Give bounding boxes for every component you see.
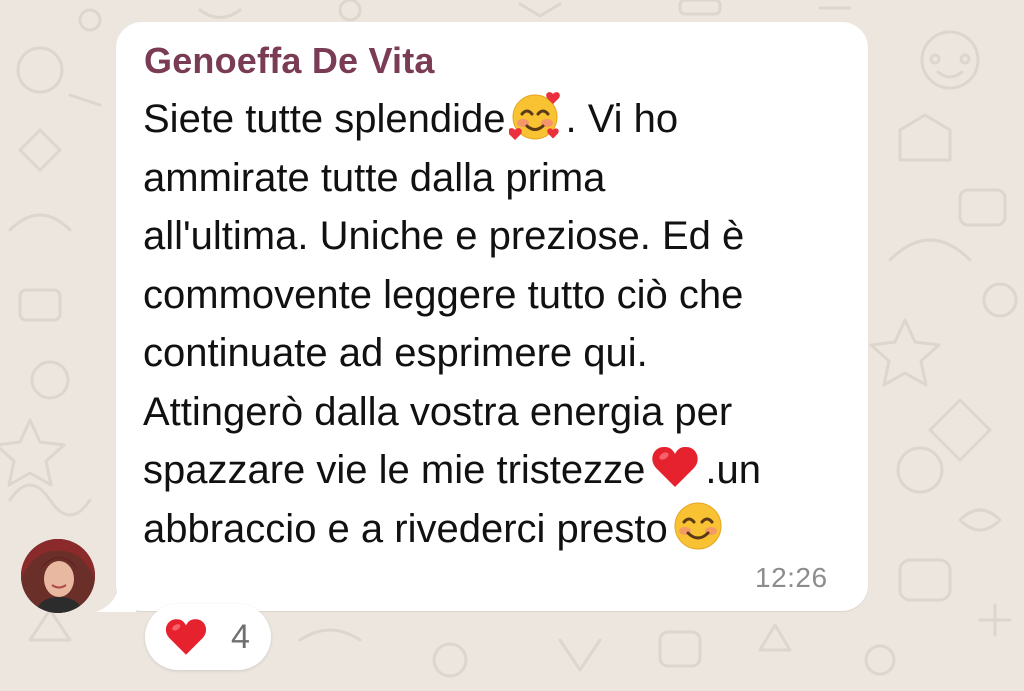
smiling-face-with-hearts-icon [509, 90, 561, 142]
sender-avatar[interactable] [21, 539, 95, 613]
message-timestamp: 12:26 [755, 562, 828, 593]
bubble-tail [96, 580, 136, 612]
message-line: ammirate tutte dalla prima [143, 155, 606, 200]
reaction-count: 4 [231, 618, 250, 656]
message-line: Siete tutte splendide . Vi ho [143, 90, 849, 149]
avatar-photo [21, 539, 95, 613]
message-text: Siete tutte splendide . Vi ho ammirate t… [143, 90, 849, 558]
message-line: Attingerò dalla vostra energia per [143, 389, 733, 434]
message-line: spazzare vie le mie tristezze .un [143, 441, 849, 500]
red-heart-icon [165, 619, 207, 655]
message-line: all'ultima. Uniche e preziose. Ed è [143, 214, 745, 258]
smiling-face-with-smiling-eyes-icon [672, 500, 724, 552]
sender-name[interactable]: Genoeffa De Vita [144, 40, 435, 82]
message-line: commovente leggere tutto ciò che [143, 272, 744, 317]
message-line: continuate ad esprimere qui. [143, 331, 648, 375]
red-heart-icon [649, 441, 701, 493]
message-line: abbraccio e a rivederci presto [143, 500, 849, 559]
